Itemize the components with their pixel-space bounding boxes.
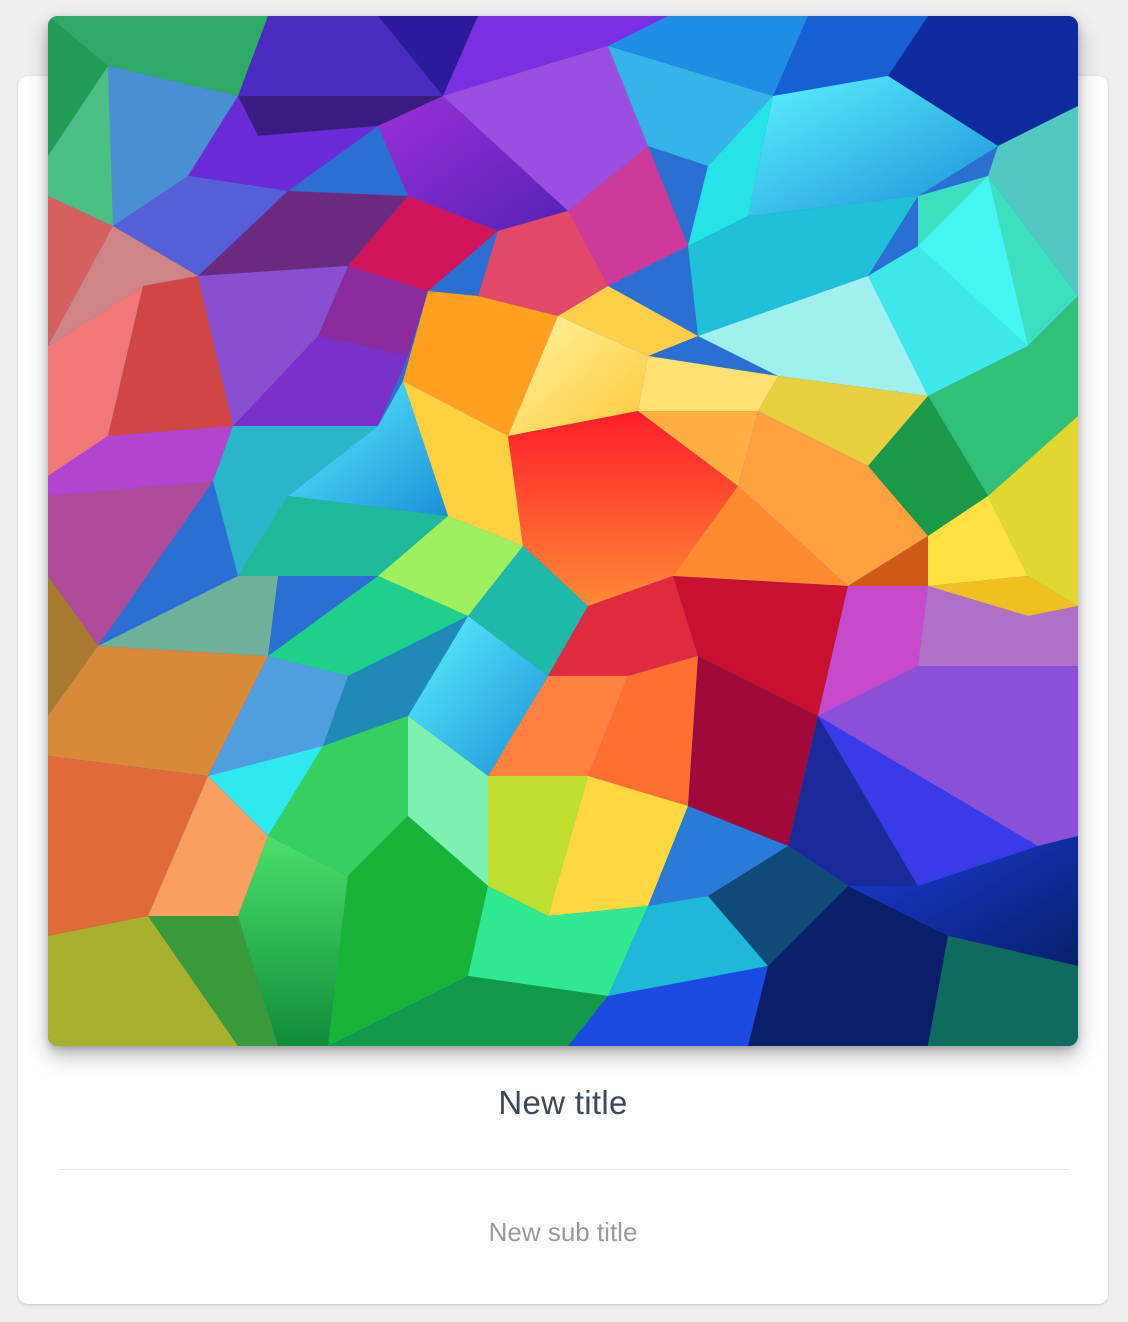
page: New title New sub title: [0, 0, 1128, 1322]
divider: [58, 1169, 1068, 1170]
low-poly-artwork: [48, 16, 1078, 1046]
card-subtitle: New sub title: [488, 1217, 638, 1247]
card-image[interactable]: [48, 16, 1078, 1046]
card-title: New title: [498, 1084, 628, 1121]
